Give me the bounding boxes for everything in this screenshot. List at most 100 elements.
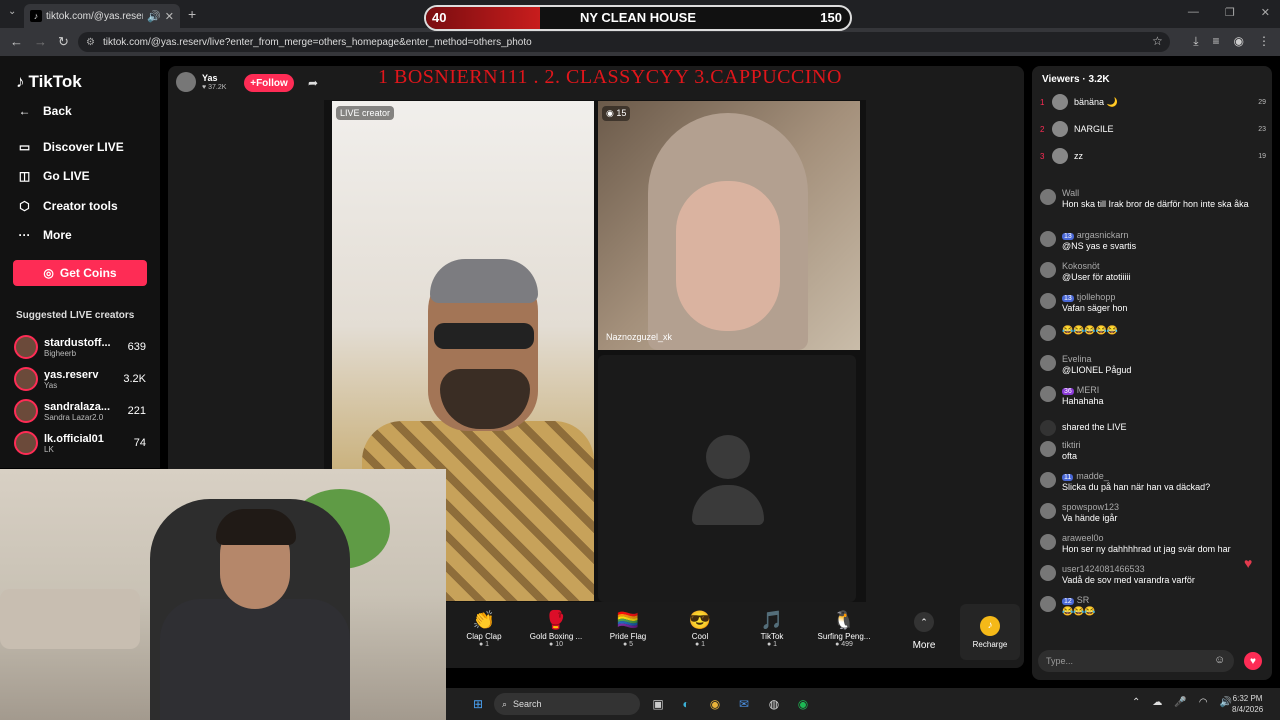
chat-message[interactable]: spowspow123 Va hände igår <box>1040 502 1266 524</box>
chat-user: Evelina <box>1062 354 1092 364</box>
chat-message[interactable]: 11 madde_ Slicka du på han när han va däck… <box>1040 471 1266 493</box>
avatar <box>1040 534 1056 550</box>
more-gifts-button[interactable]: ⌃ More <box>906 612 942 651</box>
wifi-icon[interactable]: ◠ <box>1199 697 1208 708</box>
gift-item[interactable]: 👏 Clap Clap ● 1 <box>448 604 520 664</box>
chevron-up-icon[interactable]: ⌃ <box>1132 697 1140 708</box>
profile-icon[interactable]: ◉ <box>1234 34 1244 49</box>
reload-icon[interactable]: ↻ <box>58 34 69 50</box>
mic-icon[interactable]: 🎤 <box>1174 697 1186 708</box>
viewer-name: bänäna 🌙 <box>1074 96 1118 107</box>
sidebar-item-creator-tools[interactable]: ⬡ Creator tools <box>16 199 117 213</box>
tab-list-icon[interactable]: ⌄ <box>8 6 16 17</box>
tools-icon: ⬡ <box>19 199 30 213</box>
guest-video[interactable]: ◉ 15 Naznozguzel_xk <box>598 101 860 350</box>
sidebar-item-label: Go LIVE <box>43 169 90 183</box>
chat-message[interactable]: Kokosnöt @User för atotiiiii <box>1040 261 1266 283</box>
suggested-creator[interactable]: yas.reserv Yas 3.2K <box>14 366 146 392</box>
browser-tab[interactable]: ♪ tiktok.com/@yas.reserv/live 🔊 ✕ <box>24 4 180 28</box>
windows-start-icon[interactable]: ⊞ <box>470 696 486 712</box>
gift-item[interactable]: 🥊 Gold Boxing ... ● 10 <box>520 604 592 664</box>
close-window-icon[interactable]: ✕ <box>1261 6 1270 19</box>
cloud-icon[interactable]: ☁ <box>1152 697 1162 708</box>
gift-price: ● 10 <box>549 641 563 648</box>
back-nav-icon[interactable]: ← <box>10 34 23 49</box>
follow-button[interactable]: + Follow <box>244 74 294 92</box>
top-viewer-row[interactable]: 3 zz 19 <box>1040 148 1266 164</box>
sidebar-item-more[interactable]: ··· More <box>16 228 72 242</box>
chat-message[interactable]: tiktiri ofta <box>1040 440 1266 462</box>
coin-icon: ◎ <box>43 266 54 280</box>
site-info-icon[interactable]: ⚙ <box>86 37 95 48</box>
gift-item[interactable]: 🐧 Surfing Peng... ● 499 <box>808 604 880 664</box>
sidebar-item-go-live[interactable]: ◫ Go LIVE <box>16 169 90 183</box>
guest-count: 15 <box>616 108 627 118</box>
suggested-creator[interactable]: sandralaza... Sandra Lazar2.0 221 <box>14 398 146 424</box>
chat-message[interactable]: user1424081466533 Vadå de sov med varandr… <box>1040 564 1266 586</box>
sidebar-item-back[interactable]: ← Back <box>16 104 72 118</box>
chat-text: Hon ska till Irak bror de därför hon int… <box>1062 199 1249 209</box>
host-info[interactable]: Yas ♥ 37.2K <box>176 72 226 92</box>
chrome-icon[interactable]: ◉ <box>707 696 723 712</box>
sidebar-item-label: Back <box>43 104 72 118</box>
maximize-icon[interactable]: ❐ <box>1225 6 1235 19</box>
menu-icon[interactable]: ⋮ <box>1258 34 1270 49</box>
top-viewer-row[interactable]: 1 bänäna 🌙 29 <box>1040 94 1266 110</box>
chat-message[interactable]: 13 argasnickarn @NS yas e svartis <box>1040 230 1266 252</box>
app-icon[interactable]: ◍ <box>766 696 782 712</box>
host-avatar <box>176 72 196 92</box>
chat-message[interactable]: 13 tjollehopp Vafan säger hon <box>1040 292 1266 314</box>
empty-guest-slot[interactable] <box>598 355 856 602</box>
tab-title: tiktok.com/@yas.reserv/live <box>46 10 143 22</box>
bookmark-star-icon[interactable]: ☆ <box>1152 34 1163 48</box>
goal-title: NY CLEAN HOUSE <box>579 10 697 25</box>
mail-icon[interactable]: ✉ <box>736 696 752 712</box>
edge-icon[interactable]: ◐ <box>678 696 694 712</box>
tab-audio-icon[interactable]: 🔊 <box>147 10 161 23</box>
gift-price: ● 1 <box>766 641 778 648</box>
chat-message[interactable]: 😂😂😂😂😂 <box>1040 324 1266 341</box>
suggested-creator[interactable]: lk.official01 LK 74 <box>14 430 146 456</box>
share-event: shared the LIVE <box>1040 419 1266 436</box>
task-view-icon[interactable]: ▣ <box>650 696 666 712</box>
gift-icon: 🎵 <box>760 610 784 630</box>
spotify-icon[interactable]: ◉ <box>795 696 811 712</box>
chat-message[interactable]: Evelina @LIONEL Pågud <box>1040 354 1266 376</box>
sidebar-item-discover-live[interactable]: ▭ Discover LIVE <box>16 140 124 154</box>
taskbar-search[interactable]: ⌕ Search <box>494 693 640 715</box>
new-tab-icon[interactable]: + <box>188 6 196 22</box>
emoji-icon[interactable]: ☺ <box>1214 654 1225 666</box>
forward-nav-icon[interactable]: → <box>34 34 47 49</box>
chat-input[interactable]: Type... <box>1038 650 1234 672</box>
suggested-creator[interactable]: stardustoff... Bigheerb 639 <box>14 334 146 360</box>
gift-item[interactable]: 😎 Cool ● 1 <box>664 604 736 664</box>
avatar <box>14 367 38 391</box>
chevron-up-icon: ⌃ <box>914 612 934 632</box>
chat-message[interactable]: araweel0o Hon ser ny dahhhhrad ut jag svä… <box>1040 533 1266 555</box>
volume-icon[interactable]: 🔊 <box>1220 697 1232 708</box>
chat-message[interactable]: Wall Hon ska till Irak bror de därför hon… <box>1040 188 1266 210</box>
recharge-button[interactable]: ♪ Recharge <box>960 604 1020 660</box>
chat-message[interactable]: 36 MERI Hahahaha <box>1040 385 1266 407</box>
share-icon[interactable]: ➦ <box>308 76 318 90</box>
chat-message[interactable]: 12 SR 😂😂😂 <box>1040 595 1266 617</box>
url-text: tiktok.com/@yas.reserv/live?enter_from_m… <box>102 36 532 48</box>
tab-close-icon[interactable]: ✕ <box>165 10 174 23</box>
tiktok-logo[interactable]: ♪ TikTok <box>16 72 82 92</box>
minimize-icon[interactable]: — <box>1188 6 1199 19</box>
media-icon[interactable]: ≡ <box>1213 34 1220 49</box>
chat-text: Vafan säger hon <box>1062 303 1128 313</box>
top-viewer-row[interactable]: 2 NARGILE 23 <box>1040 121 1266 137</box>
gift-item[interactable]: 🏳️‍🌈 Pride Flag ● 5 <box>592 604 664 664</box>
system-clock[interactable]: 6:32 PM 8/4/2026 <box>1232 693 1263 715</box>
viewer-count: 74 <box>133 437 146 449</box>
person-placeholder-icon <box>692 435 764 525</box>
get-coins-button[interactable]: ◎ Get Coins <box>13 260 147 286</box>
download-icon[interactable]: ⤓ <box>1193 34 1198 49</box>
like-heart-button[interactable]: ♥ <box>1244 652 1262 670</box>
sidebar: ♪ TikTok ← Back ▭ Discover LIVE ◫ Go LIV… <box>0 56 160 468</box>
gift-item[interactable]: 🎵 TikTok ● 1 <box>736 604 808 664</box>
viewer-score: 19 <box>1258 152 1266 160</box>
url-field[interactable]: ⚙ tiktok.com/@yas.reserv/live?enter_from… <box>78 32 1170 52</box>
gift-price-value: 1 <box>485 641 490 648</box>
